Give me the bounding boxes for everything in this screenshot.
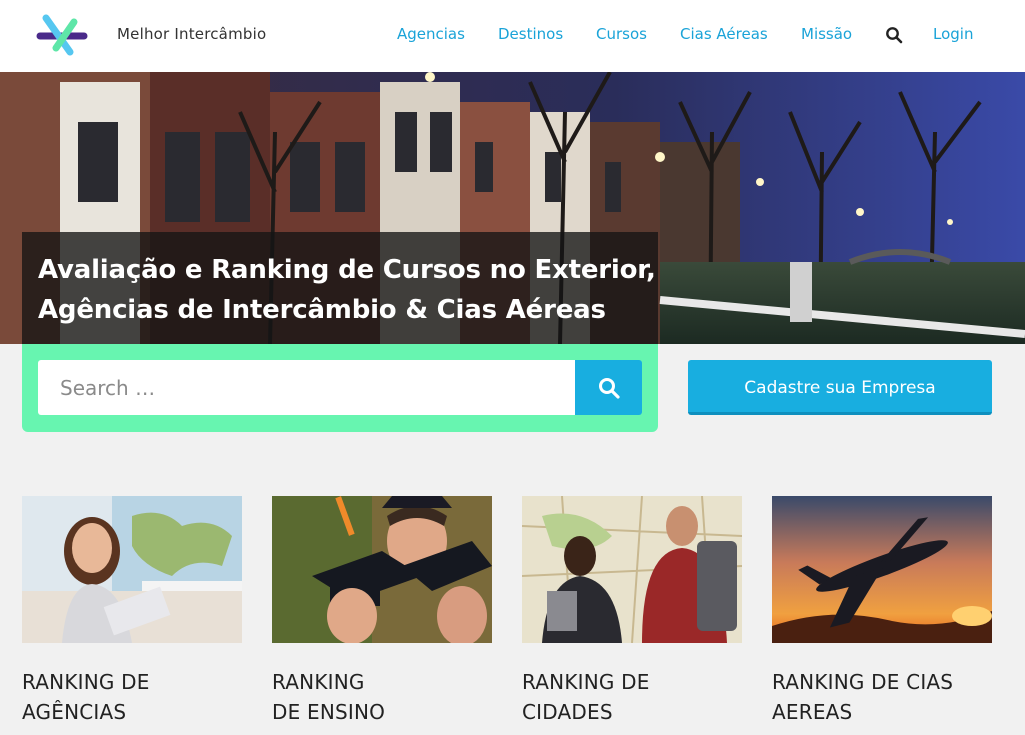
nav-missao[interactable]: Missão <box>801 25 852 43</box>
card-ranking-cias-aereas[interactable]: RANKING DE CIAS AEREAS <box>772 496 992 727</box>
site-header: Melhor Intercâmbio Agencias Destinos Cur… <box>0 0 1025 72</box>
card-title-line-2[interactable]: AEREAS <box>772 697 992 727</box>
brand-name[interactable]: Melhor Intercâmbio <box>117 25 266 43</box>
card-title-line-2[interactable]: CIDADES <box>522 697 742 727</box>
card-image-ensino[interactable] <box>272 496 492 643</box>
nav-destinos[interactable]: Destinos <box>498 25 563 43</box>
card-ranking-cidades[interactable]: RANKING DE CIDADES <box>522 496 742 727</box>
hero-title-line-1: Avaliação e Ranking de Cursos no Exterio… <box>38 255 656 285</box>
nav-login[interactable]: Login <box>933 25 973 43</box>
nav-cias-aereas[interactable]: Cias Aéreas <box>680 25 768 43</box>
card-ranking-agencias[interactable]: RANKING DE AGÊNCIAS <box>22 496 242 727</box>
search-icon[interactable] <box>885 26 903 44</box>
nav-cursos[interactable]: Cursos <box>596 25 647 43</box>
search-button[interactable] <box>575 360 642 415</box>
card-ranking-ensino[interactable]: RANKING DE ENSINO <box>272 496 492 727</box>
card-title-line-1[interactable]: RANKING DE <box>22 667 242 697</box>
register-company-button[interactable]: Cadastre sua Empresa <box>688 360 992 415</box>
card-title-line-1[interactable]: RANKING DE CIAS <box>772 667 992 697</box>
card-title-line-1[interactable]: RANKING <box>272 667 492 697</box>
hero-caption: Avaliação e Ranking de Cursos no Exterio… <box>22 232 658 344</box>
card-title-line-1[interactable]: RANKING DE <box>522 667 742 697</box>
hero-title-line-2: Agências de Intercâmbio & Cias Aéreas <box>38 295 606 325</box>
logo-icon[interactable] <box>36 14 88 56</box>
search-input[interactable] <box>38 360 576 415</box>
card-image-agencias[interactable] <box>22 496 242 643</box>
hero-banner: Avaliação e Ranking de Cursos no Exterio… <box>0 72 1025 344</box>
search-icon <box>599 378 620 399</box>
search-panel <box>22 344 658 432</box>
card-image-cidades[interactable] <box>522 496 742 643</box>
nav-agencias[interactable]: Agencias <box>397 25 465 43</box>
card-title-line-2[interactable]: AGÊNCIAS <box>22 697 242 727</box>
card-image-cias-aereas[interactable] <box>772 496 992 643</box>
card-title-line-2[interactable]: DE ENSINO <box>272 697 492 727</box>
